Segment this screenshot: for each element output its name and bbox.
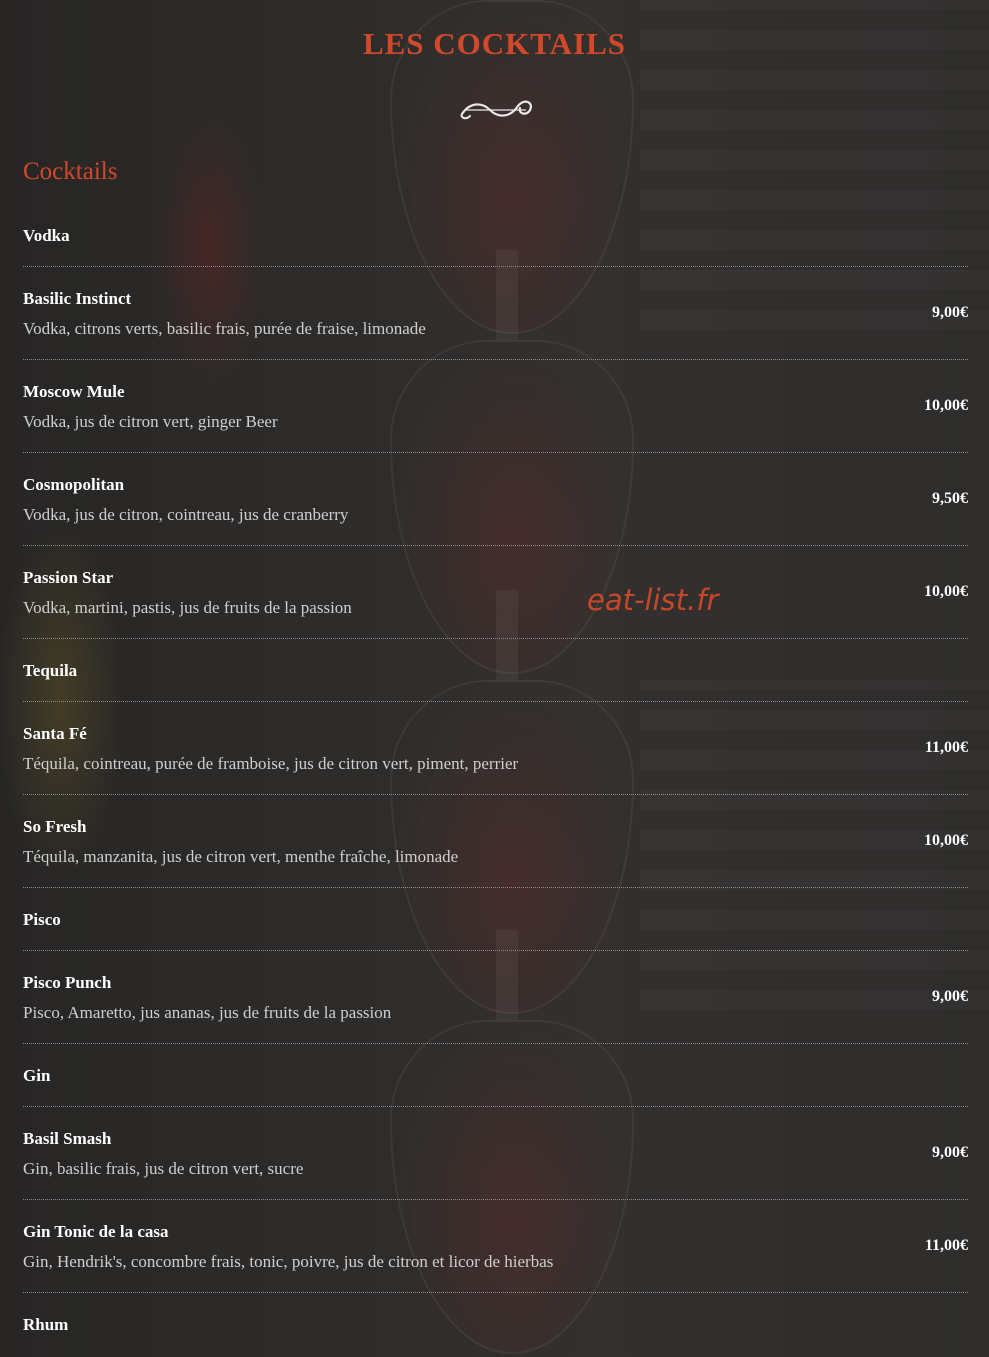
item-description: Vodka, jus de citron, cointreau, jus de … (23, 505, 349, 524)
item-name: Passion Star (23, 568, 114, 587)
item-price: 9,00€ (932, 304, 968, 321)
item-name: Basil Smash (23, 1129, 112, 1148)
dotted-divider (23, 701, 968, 702)
dotted-divider (23, 266, 968, 267)
dotted-divider (23, 638, 968, 639)
item-description: Vodka, jus de citron vert, ginger Beer (23, 412, 278, 431)
item-description: Gin, basilic frais, jus de citron vert, … (23, 1159, 304, 1178)
item-name: Moscow Mule (23, 382, 125, 401)
item-description: Vodka, citrons verts, basilic frais, pur… (23, 319, 426, 338)
watermark: eat-list.fr (587, 583, 719, 617)
category-name: Vodka (23, 226, 70, 245)
item-name: Pisco Punch (23, 973, 112, 992)
menu-page: LES COCKTAILS Cocktails Vodka Basilic Ins… (0, 0, 989, 1357)
item-price: 11,00€ (924, 739, 968, 756)
item-name: Santa Fé (23, 724, 87, 743)
dotted-divider (23, 452, 968, 453)
item-name: Cosmopolitan (23, 475, 125, 494)
flourish-icon (460, 100, 532, 120)
dotted-divider (23, 1106, 968, 1107)
category-name: Tequila (23, 661, 78, 680)
item-price: 10,00€ (924, 583, 968, 600)
dotted-divider (23, 794, 968, 795)
item-price: 10,00€ (924, 832, 968, 849)
item-name: Gin Tonic de la casa (23, 1222, 169, 1241)
dotted-divider (23, 1292, 968, 1293)
item-description: Pisco, Amaretto, jus ananas, jus de frui… (23, 1003, 392, 1022)
item-name: Basilic Instinct (23, 289, 132, 308)
item-description: Vodka, martini, pastis, jus de fruits de… (23, 598, 352, 617)
item-description: Téquila, manzanita, jus de citron vert, … (23, 847, 459, 866)
dotted-divider (23, 950, 968, 951)
dotted-divider (23, 1199, 968, 1200)
item-description: Téquila, cointreau, purée de framboise, … (23, 754, 519, 773)
item-price: 9,50€ (932, 490, 968, 507)
item-price: 9,00€ (932, 988, 968, 1005)
section-title: Cocktails (23, 158, 118, 185)
dotted-divider (23, 545, 968, 546)
category-name: Pisco (23, 910, 61, 929)
page-title: LES COCKTAILS (362, 26, 627, 61)
item-description: Gin, Hendrik's, concombre frais, tonic, … (23, 1252, 554, 1271)
dotted-divider (23, 1043, 968, 1044)
item-name: So Fresh (23, 817, 87, 836)
dotted-divider (23, 887, 968, 888)
item-price: 10,00€ (924, 397, 968, 414)
item-price: 11,00€ (924, 1237, 968, 1254)
dotted-divider (23, 359, 968, 360)
item-price: 9,00€ (932, 1144, 968, 1161)
category-name: Gin (23, 1066, 51, 1085)
category-name: Rhum (23, 1315, 69, 1334)
